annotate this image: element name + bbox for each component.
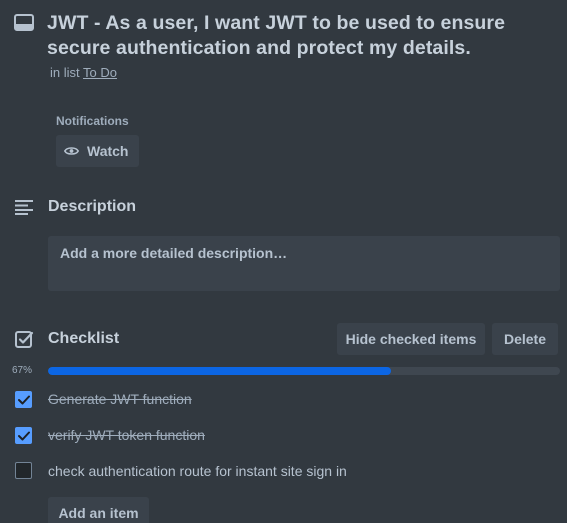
notifications-label: Notifications <box>56 114 129 128</box>
card-icon <box>14 14 34 31</box>
description-input[interactable]: Add a more detailed description… <box>48 236 560 291</box>
watch-label: Watch <box>87 143 129 159</box>
checklist-item-label[interactable]: Generate JWT function <box>48 391 192 407</box>
hide-checked-items-button[interactable]: Hide checked items <box>337 323 485 355</box>
progress-percent: 67% <box>12 365 33 376</box>
watch-button[interactable]: Watch <box>56 135 139 167</box>
delete-checklist-button[interactable]: Delete <box>492 323 558 355</box>
checklist-item-checkbox[interactable] <box>15 462 32 479</box>
checkmark-icon <box>17 395 30 404</box>
checklist-item-checkbox[interactable] <box>15 391 32 408</box>
checklist-icon <box>15 331 34 348</box>
description-lines-icon <box>15 200 33 215</box>
add-item-button[interactable]: Add an item <box>48 497 149 523</box>
checklist-item-label[interactable]: verify JWT token function <box>48 427 205 443</box>
card-title[interactable]: JWT - As a user, I want JWT to be used t… <box>47 11 562 61</box>
progress-bar-fill <box>48 367 392 375</box>
in-list-prefix: in list <box>50 65 80 80</box>
checklist-item-label[interactable]: check authentication route for instant s… <box>48 463 347 479</box>
eye-icon <box>64 147 79 155</box>
progress-bar <box>48 367 560 375</box>
checklist-item-checkbox[interactable] <box>15 427 32 444</box>
in-list-text: in list To Do <box>50 65 117 80</box>
checklist-heading: Checklist <box>48 330 120 347</box>
description-heading: Description <box>48 198 137 215</box>
list-link[interactable]: To Do <box>83 65 117 80</box>
checkmark-icon <box>17 431 30 440</box>
